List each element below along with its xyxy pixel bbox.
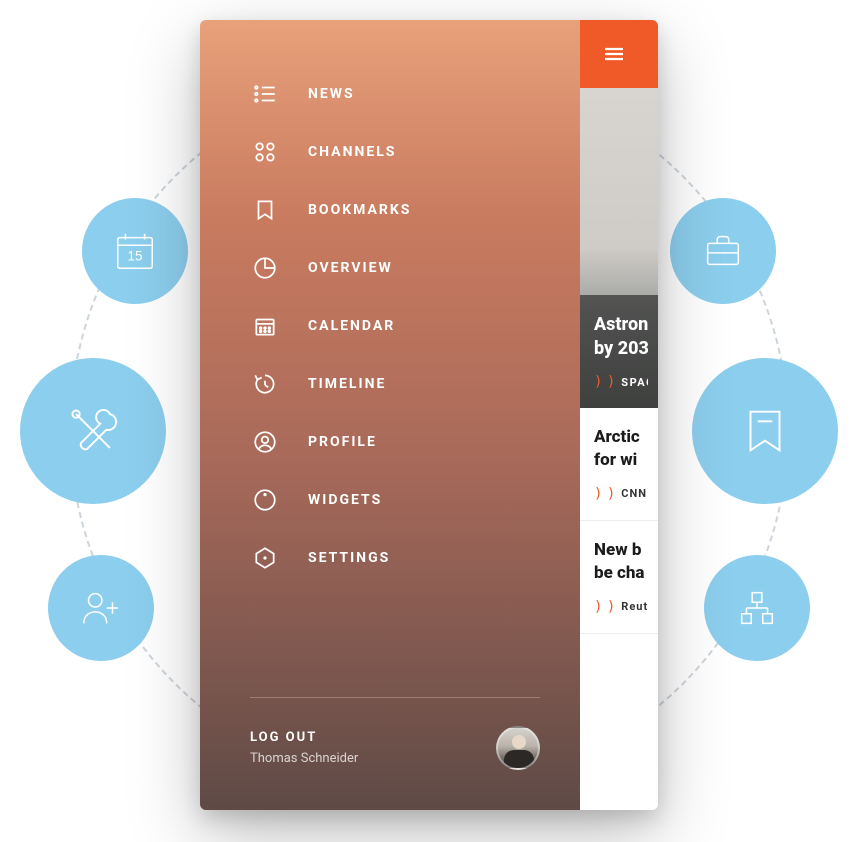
source-mark-icon: ) ) <box>594 486 613 502</box>
hexagon-icon <box>250 543 280 573</box>
calendar-icon <box>250 311 280 341</box>
tools-icon <box>64 402 122 460</box>
menu-item-label: BOOKMARKS <box>308 202 411 218</box>
menu-item-settings[interactable]: SETTINGS <box>250 529 580 587</box>
menu-item-label: TIMELINE <box>308 376 386 392</box>
menu-item-widgets[interactable]: WIDGETS <box>250 471 580 529</box>
menu-item-label: SETTINGS <box>308 550 390 566</box>
menu-item-news[interactable]: NEWS <box>250 65 580 123</box>
avatar[interactable] <box>496 726 540 770</box>
feature-bubble-add-user <box>48 555 154 661</box>
feature-bubble-sitemap <box>704 555 810 661</box>
feature-bubble-bookmark <box>692 358 838 504</box>
pie-chart-icon <box>250 253 280 283</box>
phone-mockup: NEWS CHANNELS BOOKMARKS OVERVIEW <box>200 20 658 810</box>
menu-item-label: WIDGETS <box>308 492 382 508</box>
hero-article[interactable]: Astron by 203 ) ) SPACE <box>580 88 658 408</box>
menu-item-profile[interactable]: PROFILE <box>250 413 580 471</box>
menu-item-label: CALENDAR <box>308 318 395 334</box>
user-circle-icon <box>250 427 280 457</box>
drawer-footer: LOG OUT Thomas Schneider <box>250 698 580 810</box>
hero-title: Astron by 203 <box>594 313 648 360</box>
gauge-icon <box>250 485 280 515</box>
bookmark-large-icon <box>736 402 794 460</box>
source-mark-icon: ) ) <box>594 599 613 615</box>
user-name: Thomas Schneider <box>250 751 358 766</box>
source-mark-icon: ) ) <box>594 374 613 390</box>
menu-item-bookmarks[interactable]: BOOKMARKS <box>250 181 580 239</box>
menu-item-calendar[interactable]: CALENDAR <box>250 297 580 355</box>
feature-bubble-calendar: 15 <box>82 198 188 304</box>
content-pane: Astron by 203 ) ) SPACE Arctic for wi ) … <box>580 20 658 810</box>
clock-refresh-icon <box>250 369 280 399</box>
navigation-drawer: NEWS CHANNELS BOOKMARKS OVERVIEW <box>200 20 580 810</box>
menu-item-timeline[interactable]: TIMELINE <box>250 355 580 413</box>
menu-item-label: NEWS <box>308 86 355 102</box>
article-item[interactable]: New b be cha ) ) Reute <box>580 521 658 634</box>
logout-label: LOG OUT <box>250 730 358 745</box>
user-plus-icon <box>78 585 124 631</box>
menu-item-overview[interactable]: OVERVIEW <box>250 239 580 297</box>
app-header <box>580 20 658 88</box>
feature-bubble-briefcase <box>670 198 776 304</box>
logout-button[interactable]: LOG OUT Thomas Schneider <box>250 730 358 766</box>
menu-item-label: CHANNELS <box>308 144 396 160</box>
sitemap-icon <box>734 585 780 631</box>
menu-item-label: OVERVIEW <box>308 260 393 276</box>
article-source: ) ) Reute <box>594 599 648 615</box>
article-title: Arctic for wi <box>594 426 648 472</box>
calendar-icon: 15 <box>112 228 158 274</box>
menu-item-label: PROFILE <box>308 434 377 450</box>
hamburger-icon[interactable] <box>602 42 626 66</box>
feature-bubble-tools <box>20 358 166 504</box>
briefcase-icon <box>700 228 746 274</box>
list-icon <box>250 79 280 109</box>
hero-source: ) ) SPACE <box>594 374 648 390</box>
grid-dots-icon <box>250 137 280 167</box>
article-title: New b be cha <box>594 539 648 585</box>
article-item[interactable]: Arctic for wi ) ) CNN <box>580 408 658 521</box>
hero-overlay: Astron by 203 ) ) SPACE <box>580 295 658 408</box>
drawer-menu: NEWS CHANNELS BOOKMARKS OVERVIEW <box>250 65 580 697</box>
svg-text:15: 15 <box>128 249 143 264</box>
menu-item-channels[interactable]: CHANNELS <box>250 123 580 181</box>
bookmark-icon <box>250 195 280 225</box>
article-source: ) ) CNN <box>594 486 648 502</box>
